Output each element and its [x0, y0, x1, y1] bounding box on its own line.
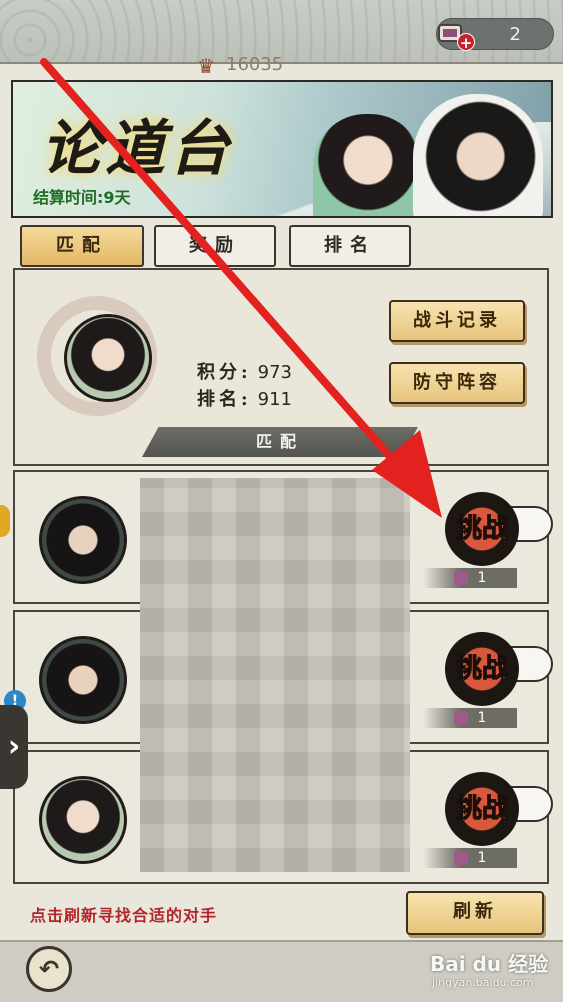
- challenge-cost: 1: [423, 708, 517, 728]
- power-icon: ♛: [197, 54, 215, 78]
- arena-banner: 论道台 结算时间:9天: [11, 80, 553, 218]
- score-label: 积分:: [197, 362, 252, 383]
- rank-line: 排名: 911: [197, 385, 292, 411]
- back-button[interactable]: ↶: [26, 946, 72, 992]
- cost-value: 1: [477, 570, 487, 586]
- opponent-avatar[interactable]: [39, 636, 127, 724]
- heroine-art: [313, 114, 423, 216]
- pixelated-names-mask: [140, 478, 410, 872]
- challenge-label: 挑战: [455, 654, 508, 685]
- watermark-logo: Bai du 经验: [430, 952, 549, 976]
- currency-counter[interactable]: + 2: [436, 18, 554, 52]
- score-value: 973: [257, 362, 293, 383]
- opponent-avatar[interactable]: [39, 496, 127, 584]
- refresh-button[interactable]: 刷新: [406, 891, 544, 935]
- hero-art: [413, 94, 543, 216]
- scroll-token-icon: [453, 711, 468, 725]
- cost-value: 1: [477, 710, 487, 726]
- scroll-token-icon: [453, 571, 468, 585]
- tab-reward[interactable]: 奖励: [154, 225, 276, 267]
- rank-label: 排名:: [197, 389, 252, 410]
- tab-rank[interactable]: 排名: [289, 225, 411, 267]
- challenge-label: 挑战: [455, 514, 508, 545]
- settle-time: 结算时间:9天: [33, 188, 131, 207]
- power-value: 16035: [226, 54, 284, 75]
- watermark-url: jingyan.baidu.com: [432, 976, 534, 989]
- scroll-token-icon: [453, 851, 468, 865]
- challenge-cost: 1: [423, 568, 517, 588]
- add-currency-button[interactable]: +: [457, 33, 475, 52]
- rank-value: 911: [257, 389, 293, 410]
- refresh-hint: 点击刷新寻找合适的对手: [30, 906, 218, 925]
- cost-value: 1: [477, 850, 487, 866]
- challenge-button[interactable]: 挑战: [445, 492, 519, 566]
- side-marker: [0, 505, 10, 537]
- challenge-label: 挑战: [455, 794, 508, 825]
- challenge-cost: 1: [423, 848, 517, 868]
- arena-title: 论道台: [41, 114, 233, 184]
- battle-record-button[interactable]: 战斗记录: [389, 300, 525, 342]
- side-expand-button[interactable]: ›: [0, 705, 28, 789]
- challenge-button[interactable]: 挑战: [445, 632, 519, 706]
- currency-count: 2: [509, 24, 521, 45]
- match-header-bar: 匹配: [142, 427, 418, 457]
- opponent-avatar[interactable]: [39, 776, 127, 864]
- player-avatar[interactable]: [64, 314, 152, 402]
- tab-match[interactable]: 匹配: [20, 225, 144, 267]
- challenge-button[interactable]: 挑战: [445, 772, 519, 846]
- defense-lineup-button[interactable]: 防守阵容: [389, 362, 525, 404]
- score-line: 积分: 973: [197, 358, 292, 384]
